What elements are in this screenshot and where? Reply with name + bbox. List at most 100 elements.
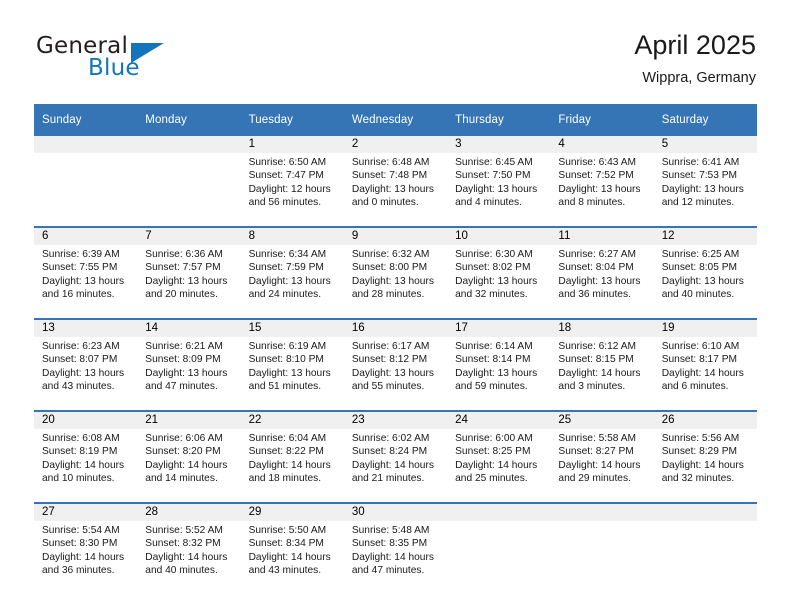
calendar-day-cell [447,502,551,594]
calendar-day-cell[interactable]: 7 Sunrise: 6:36 AM Sunset: 7:57 PM Daylight… [137,226,241,319]
sunrise-time: Sunrise: 6:02 AM [351,433,430,444]
calendar-day-cell[interactable]: 14 Sunrise: 6:21 AM Sunset: 8:09 PM Dayligh… [137,318,241,411]
calendar-day-cell[interactable]: 21 Sunrise: 6:06 AM Sunset: 8:20 PM Dayligh… [137,410,241,503]
daylight-duration-line2: and 8 minutes. [558,197,626,209]
calendar-day-cell[interactable]: 2 Sunrise: 6:48 AM Sunset: 7:48 PM Daylight… [343,136,448,227]
day-number: 23 [343,412,448,429]
daylight-duration-line2: and 14 minutes. [145,473,218,485]
daylight-duration-line1: Daylight: 12 hours [248,183,331,195]
calendar-day-cell[interactable]: 9 Sunrise: 6:32 AM Sunset: 8:00 PM Daylight… [343,226,448,319]
day-number: 6 [34,228,138,245]
day-number: 5 [653,136,757,153]
sunset-time: Sunset: 8:04 PM [558,262,634,274]
day-number: 12 [653,228,757,245]
sunset-time: Sunset: 8:07 PM [42,354,118,366]
sunset-time: Sunset: 8:14 PM [455,354,531,366]
day-cell-inner: 27 Sunrise: 5:54 AM Sunset: 8:30 PM Dayligh… [34,504,138,594]
day-number: 10 [447,228,551,245]
sunset-time: Sunset: 8:24 PM [351,446,428,458]
daylight-duration-line2: and 40 minutes. [661,289,735,301]
day-cell-inner [653,504,757,594]
day-detail: Sunrise: 6:25 AM Sunset: 8:05 PM Daylight:… [654,245,757,302]
daylight-duration-line2: and 29 minutes. [558,473,631,485]
daylight-duration-line1: Daylight: 13 hours [455,367,538,379]
daylight-duration-line1: Daylight: 14 hours [351,551,434,563]
day-detail: Sunrise: 6:21 AM Sunset: 8:09 PM Daylight:… [137,337,240,394]
daylight-duration-line2: and 43 minutes. [248,565,322,577]
sunset-time: Sunset: 7:48 PM [351,170,428,182]
sunset-time: Sunset: 7:47 PM [248,170,324,182]
calendar-day-cell[interactable]: 26 Sunrise: 5:56 AM Sunset: 8:29 PM Dayligh… [653,410,757,503]
day-cell-inner: 17 Sunrise: 6:14 AM Sunset: 8:14 PM Dayligh… [447,320,551,410]
calendar-day-cell[interactable]: 15 Sunrise: 6:19 AM Sunset: 8:10 PM Dayligh… [240,318,344,411]
page-subtitle: Wippra, Germany [642,70,756,86]
day-number: 22 [240,412,344,429]
calendar-day-cell[interactable]: 23 Sunrise: 6:02 AM Sunset: 8:24 PM Dayligh… [343,410,448,503]
day-number: 11 [550,228,654,245]
calendar-day-cell[interactable]: 24 Sunrise: 6:00 AM Sunset: 8:25 PM Dayligh… [447,410,551,503]
calendar-day-cell[interactable]: 28 Sunrise: 5:52 AM Sunset: 8:32 PM Dayligh… [137,502,241,594]
day-cell-inner: 30 Sunrise: 5:48 AM Sunset: 8:35 PM Dayligh… [343,504,448,594]
daylight-duration-line2: and 47 minutes. [145,381,218,393]
daylight-duration-line1: Daylight: 14 hours [351,459,434,471]
daylight-duration-line1: Daylight: 13 hours [661,275,744,287]
calendar-day-cell[interactable]: 20 Sunrise: 6:08 AM Sunset: 8:19 PM Dayligh… [34,410,138,503]
calendar-day-cell[interactable]: 22 Sunrise: 6:04 AM Sunset: 8:22 PM Dayligh… [240,410,344,503]
weekday-header-saturday: Saturday [653,104,757,136]
sunrise-time: Sunrise: 6:43 AM [558,157,636,168]
day-cell-inner [34,136,138,226]
day-number: 18 [550,320,654,337]
calendar-day-cell[interactable]: 10 Sunrise: 6:30 AM Sunset: 8:02 PM Dayligh… [447,226,551,319]
calendar-day-cell[interactable]: 11 Sunrise: 6:27 AM Sunset: 8:04 PM Dayligh… [550,226,654,319]
day-detail: Sunrise: 6:00 AM Sunset: 8:25 PM Daylight:… [447,429,550,486]
sunrise-time: Sunrise: 6:14 AM [455,341,533,352]
sunrise-time: Sunrise: 6:17 AM [351,341,430,352]
daylight-duration-line2: and 3 minutes. [558,381,626,393]
daylight-duration-line2: and 40 minutes. [145,565,218,577]
generalblue-logo[interactable]: General Blue [36,33,226,89]
day-cell-inner: 4 Sunrise: 6:43 AM Sunset: 7:52 PM Daylight… [550,136,654,226]
day-cell-inner: 1 Sunrise: 6:50 AM Sunset: 7:47 PM Daylight… [240,136,344,226]
daylight-duration-line1: Daylight: 13 hours [145,367,228,379]
page-title: April 2025 [634,30,756,60]
sunset-time: Sunset: 8:20 PM [145,446,221,458]
day-detail: Sunrise: 5:48 AM Sunset: 8:35 PM Daylight:… [344,521,447,578]
calendar-day-cell[interactable]: 25 Sunrise: 5:58 AM Sunset: 8:27 PM Dayligh… [550,410,654,503]
daylight-duration-line2: and 20 minutes. [145,289,218,301]
calendar-day-cell[interactable]: 12 Sunrise: 6:25 AM Sunset: 8:05 PM Dayligh… [653,226,757,319]
calendar-day-cell[interactable]: 18 Sunrise: 6:12 AM Sunset: 8:15 PM Dayligh… [550,318,654,411]
day-detail: Sunrise: 6:34 AM Sunset: 7:59 PM Daylight:… [241,245,344,302]
day-detail: Sunrise: 6:45 AM Sunset: 7:50 PM Daylight:… [447,153,550,210]
calendar-day-cell[interactable]: 16 Sunrise: 6:17 AM Sunset: 8:12 PM Dayligh… [343,318,448,411]
weekday-header-friday: Friday [550,104,654,136]
day-number: 7 [137,228,241,245]
calendar-day-cell[interactable]: 1 Sunrise: 6:50 AM Sunset: 7:47 PM Daylight… [240,136,344,227]
day-detail [447,521,550,524]
day-detail [137,153,240,156]
day-cell-inner: 8 Sunrise: 6:34 AM Sunset: 7:59 PM Daylight… [240,228,344,318]
daylight-duration-line1: Daylight: 14 hours [145,459,228,471]
calendar-day-cell[interactable]: 5 Sunrise: 6:41 AM Sunset: 7:53 PM Daylight… [653,136,757,227]
calendar-day-cell[interactable]: 6 Sunrise: 6:39 AM Sunset: 7:55 PM Daylight… [34,226,138,319]
day-cell-inner: 19 Sunrise: 6:10 AM Sunset: 8:17 PM Dayligh… [653,320,757,410]
calendar-day-cell[interactable]: 4 Sunrise: 6:43 AM Sunset: 7:52 PM Daylight… [550,136,654,227]
calendar-day-cell[interactable]: 8 Sunrise: 6:34 AM Sunset: 7:59 PM Daylight… [240,226,344,319]
sunset-time: Sunset: 7:57 PM [145,262,221,274]
calendar-day-cell[interactable]: 13 Sunrise: 6:23 AM Sunset: 8:07 PM Dayligh… [34,318,138,411]
calendar-day-cell[interactable]: 19 Sunrise: 6:10 AM Sunset: 8:17 PM Dayligh… [653,318,757,411]
calendar-day-cell[interactable]: 27 Sunrise: 5:54 AM Sunset: 8:30 PM Dayligh… [34,502,138,594]
daylight-duration-line2: and 51 minutes. [248,381,322,393]
calendar-day-cell[interactable]: 29 Sunrise: 5:50 AM Sunset: 8:34 PM Dayligh… [240,502,344,594]
title-block: April 2025 Wippra, Germany [634,28,756,89]
calendar-day-cell[interactable]: 3 Sunrise: 6:45 AM Sunset: 7:50 PM Daylight… [447,136,551,227]
daylight-duration-line2: and 4 minutes. [455,197,522,209]
day-detail: Sunrise: 6:17 AM Sunset: 8:12 PM Daylight:… [344,337,447,394]
calendar-day-cell[interactable]: 17 Sunrise: 6:14 AM Sunset: 8:14 PM Dayligh… [447,318,551,411]
calendar-day-cell [653,502,757,594]
calendar-grid: Sunday Monday Tuesday Wednesday Thursday… [34,104,757,594]
day-detail: Sunrise: 6:19 AM Sunset: 8:10 PM Daylight:… [241,337,344,394]
calendar-day-cell[interactable]: 30 Sunrise: 5:48 AM Sunset: 8:35 PM Dayligh… [343,502,448,594]
day-cell-inner: 12 Sunrise: 6:25 AM Sunset: 8:05 PM Dayligh… [653,228,757,318]
daylight-duration-line2: and 10 minutes. [42,473,115,485]
day-number: 27 [34,504,138,521]
